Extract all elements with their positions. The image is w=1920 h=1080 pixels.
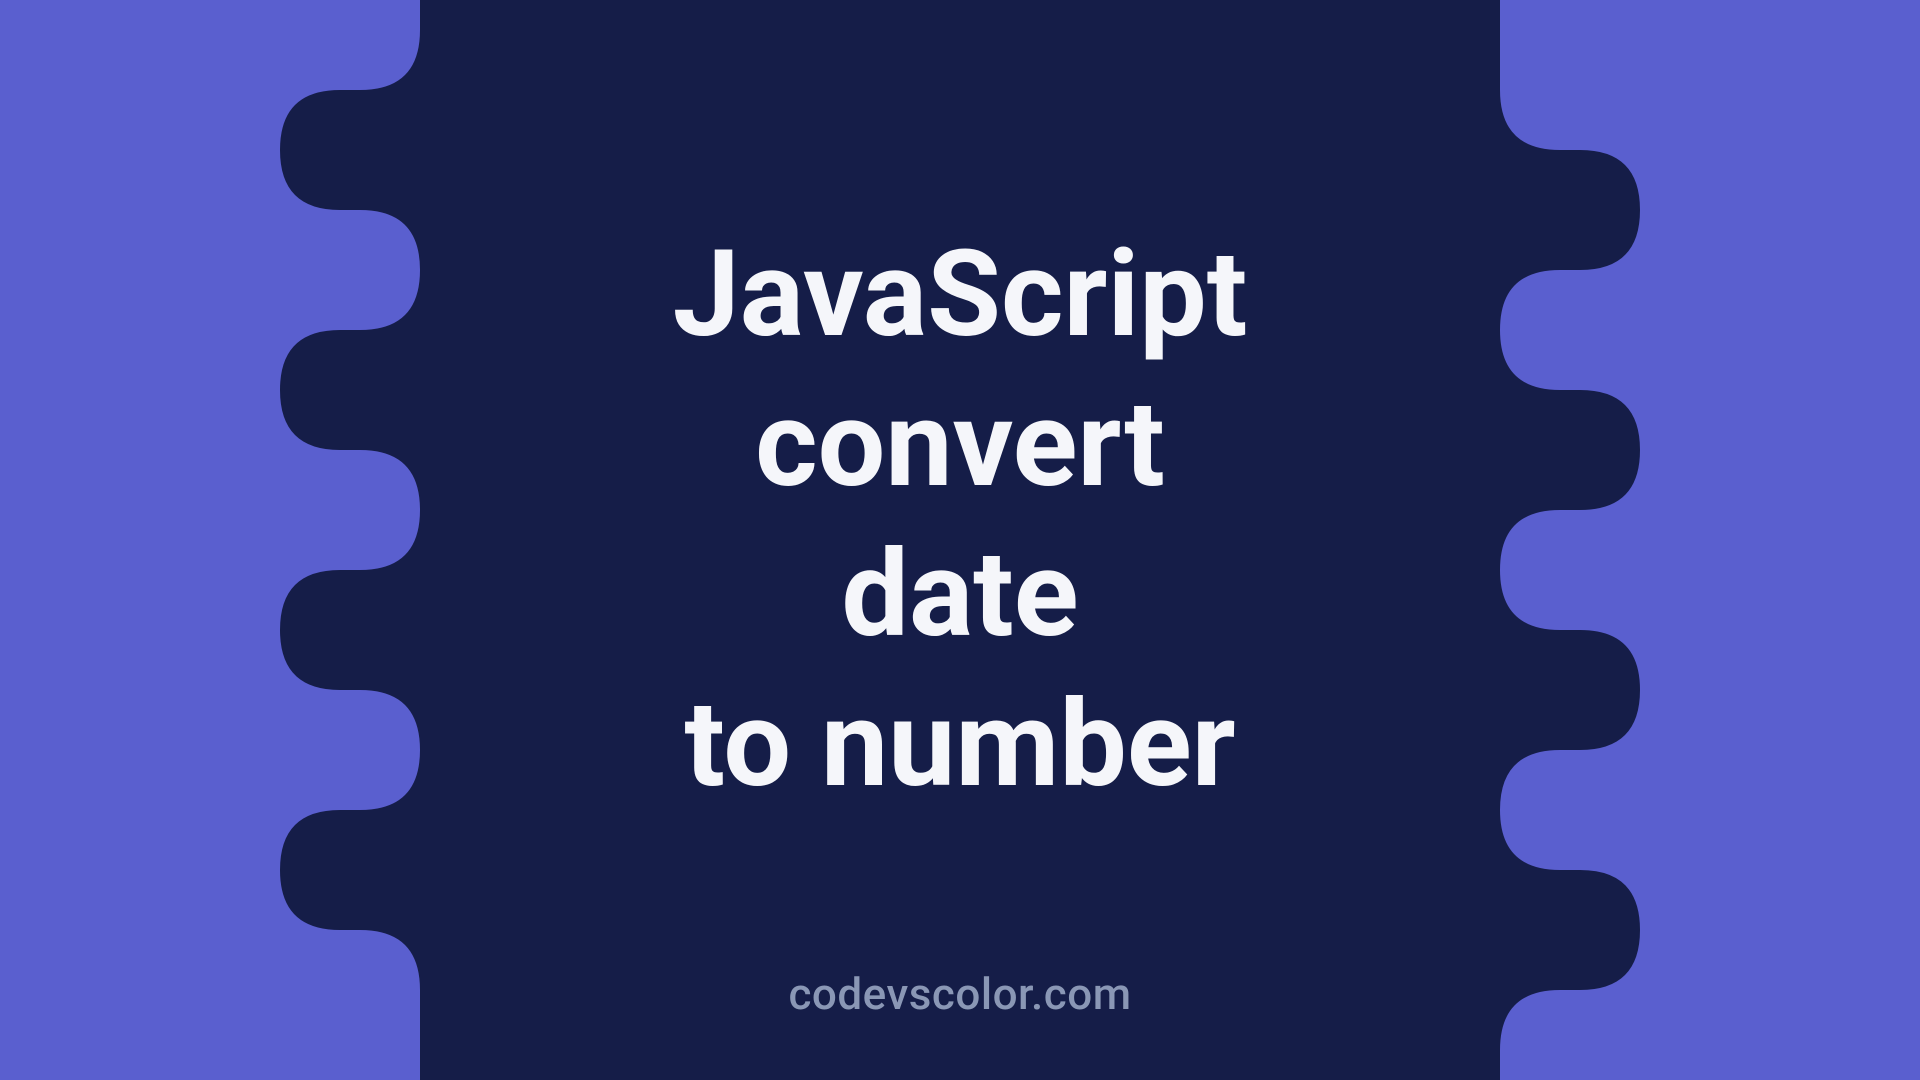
hero-title: JavaScript convert date to number: [673, 220, 1248, 820]
footer-site: codevscolor.com: [0, 968, 1920, 1020]
content-area: JavaScript convert date to number: [0, 0, 1920, 1080]
title-line-4: to number: [673, 670, 1248, 820]
title-line-1: JavaScript: [673, 220, 1248, 370]
title-line-2: convert: [673, 370, 1248, 520]
title-line-3: date: [673, 520, 1248, 670]
